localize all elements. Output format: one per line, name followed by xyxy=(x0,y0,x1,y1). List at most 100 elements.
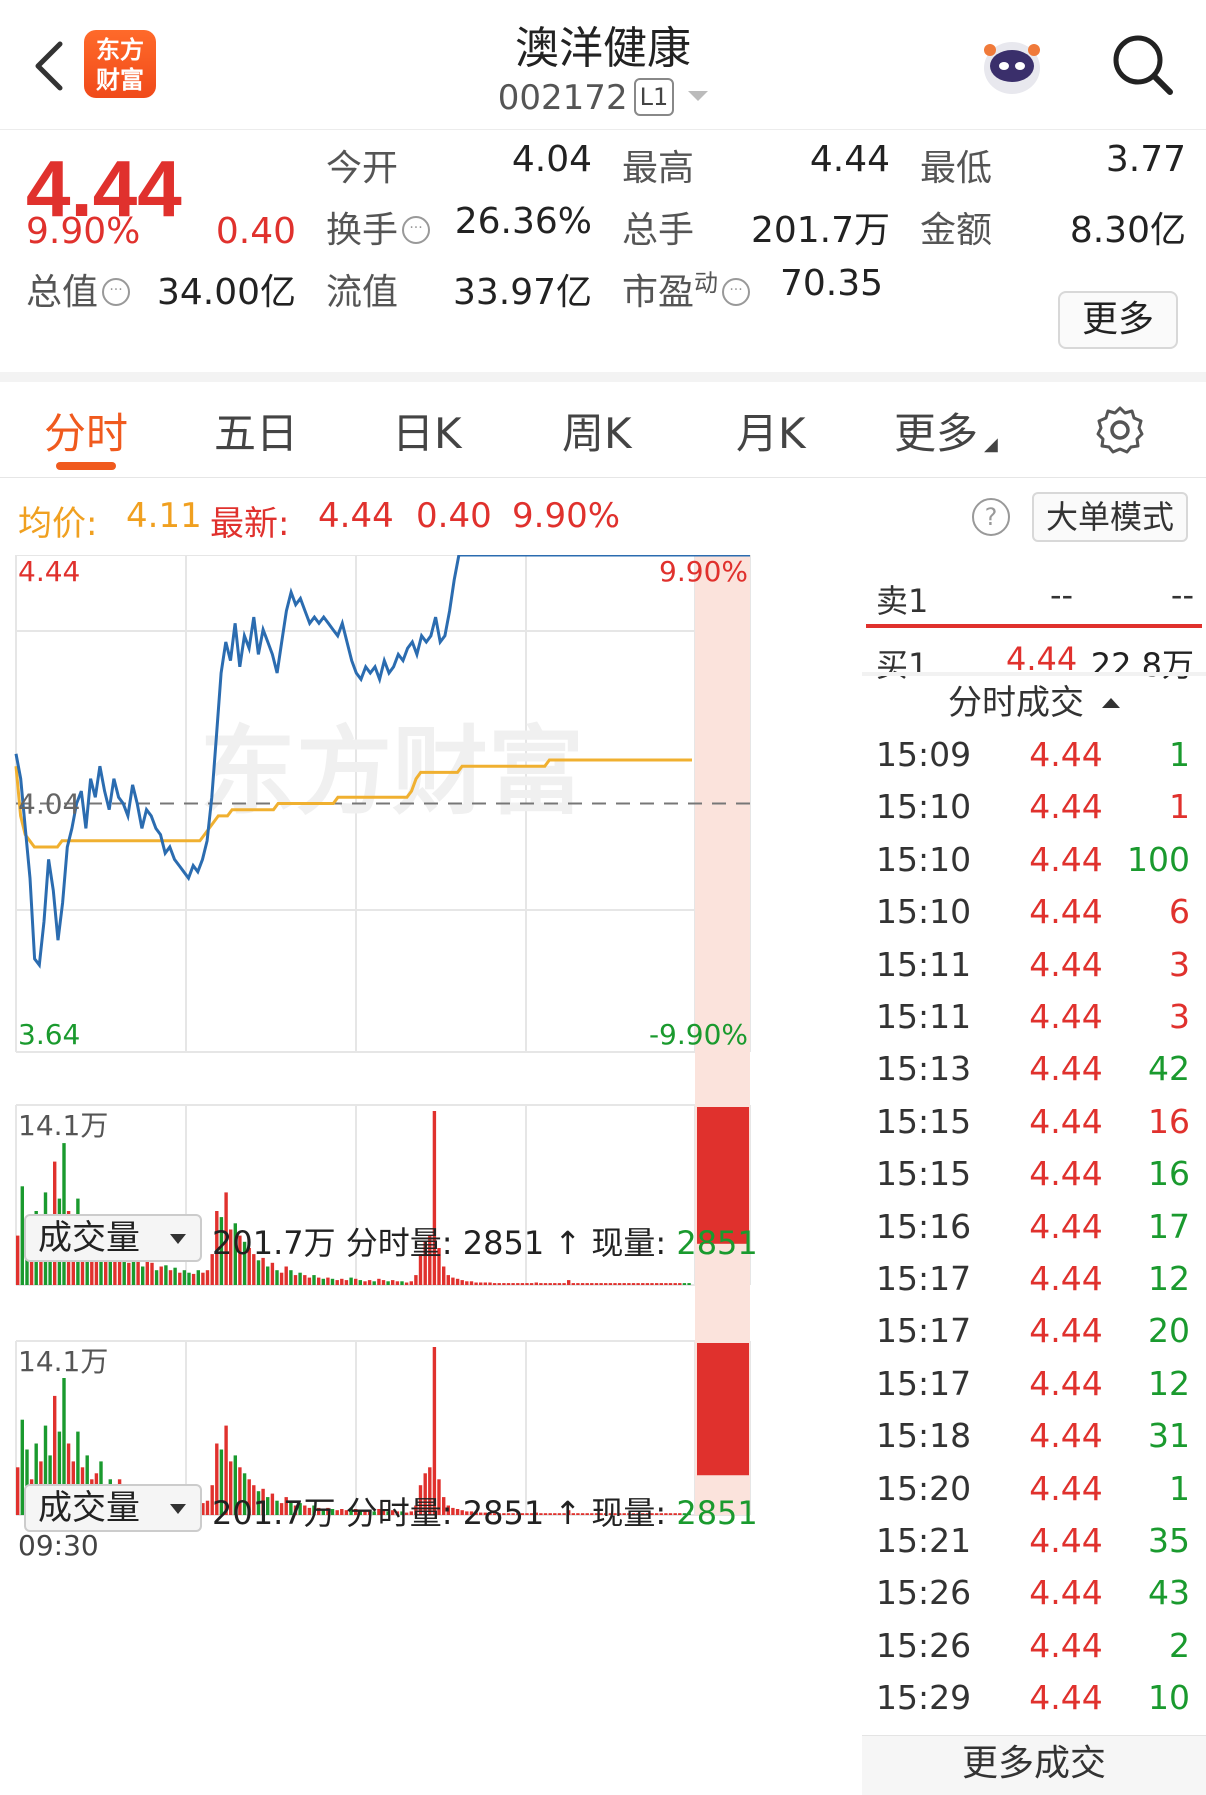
logo-text-line1: 东方 xyxy=(96,36,144,64)
trade-row: 15:17 4.44 12 xyxy=(862,1259,1206,1311)
dropdown-arrow-icon xyxy=(170,1234,186,1244)
level-badge: L1 xyxy=(633,78,675,116)
trade-row: 15:18 4.44 31 xyxy=(862,1416,1206,1468)
intraday-chart[interactable]: 东方财富 4.44 4.04 3.64 9.90% -9.90% 14.1万 1… xyxy=(0,555,862,1795)
trade-price: 4.44 xyxy=(1029,1363,1103,1403)
help-icon[interactable]: ? xyxy=(972,498,1010,536)
tab-five-day[interactable]: 五日 xyxy=(214,400,298,461)
trade-time: 15:26 xyxy=(876,1573,972,1613)
amount-label: 金额 xyxy=(920,210,993,251)
volume-header: 成交量 201.7万 分时量: 2851 ↑ 现量: 2851 xyxy=(16,1210,860,1266)
volume-bar xyxy=(400,1281,404,1285)
back-arrow-icon[interactable] xyxy=(30,38,70,94)
volume-bar xyxy=(516,1283,520,1285)
volume-bar xyxy=(599,1283,603,1285)
low-label: 最低 xyxy=(920,148,993,189)
trade-price: 4.44 xyxy=(1029,1416,1103,1456)
volume-bar xyxy=(349,1277,353,1285)
robot-assistant-icon[interactable] xyxy=(976,28,1048,100)
volume-bar xyxy=(303,1275,307,1285)
volume-header: 成交量 201.7万 分时量: 2851 ↑ 现量: 2851 xyxy=(16,1480,860,1536)
volume-bar xyxy=(377,1278,381,1285)
volume-summary: 201.7万 分时量: 2851 ↑ 现量: 2851 xyxy=(212,1488,758,1534)
search-icon[interactable] xyxy=(1108,30,1176,98)
tab-daily-k[interactable]: 日K xyxy=(392,400,462,461)
turnover-value: 26.36% xyxy=(454,201,592,242)
volume-bar xyxy=(298,1272,302,1285)
volume-bar xyxy=(409,1281,413,1285)
logo-text-line2: 财富 xyxy=(96,66,144,94)
trade-volume: 16 xyxy=(1148,1154,1190,1194)
pct-bottom-label: -9.90% xyxy=(649,1018,748,1051)
volume-bar xyxy=(655,1283,659,1285)
trade-row: 15:16 4.44 17 xyxy=(862,1207,1206,1259)
volume-summary: 201.7万 分时量: 2851 ↑ 现量: 2851 xyxy=(212,1218,758,1264)
trade-volume: 16 xyxy=(1148,1101,1190,1141)
trade-time: 15:15 xyxy=(876,1101,972,1141)
trade-volume: 1 xyxy=(1169,735,1190,774)
trade-row: 15:11 4.44 3 xyxy=(862,997,1206,1049)
latest-value: 4.44 xyxy=(318,496,394,536)
volume-bar xyxy=(631,1283,636,1285)
info-dots-icon[interactable]: ··· xyxy=(102,278,131,306)
closing-auction-volume-bar xyxy=(697,1343,749,1476)
volume-bar xyxy=(687,1283,691,1285)
volume-bar xyxy=(520,1283,525,1285)
volume-bar xyxy=(590,1283,594,1285)
sell-1-label: 卖1 xyxy=(876,582,929,620)
latest-label: 最新: xyxy=(210,504,290,544)
volume-bar xyxy=(543,1283,548,1285)
tab-more[interactable]: 更多 ◢ xyxy=(894,400,998,461)
info-dots-icon[interactable]: ··· xyxy=(722,278,751,306)
trade-time: 15:11 xyxy=(876,944,972,984)
minute-volume-label: 分时量: xyxy=(345,1494,453,1532)
volume-bar xyxy=(395,1281,400,1285)
volume-total: 201.7万 xyxy=(212,1224,336,1262)
trade-price: 4.44 xyxy=(1029,735,1103,774)
trades-header[interactable]: 分时成交 xyxy=(862,675,1206,735)
volume-bar xyxy=(446,1275,450,1285)
stock-code-row[interactable]: 002172 L1 xyxy=(400,78,806,118)
volume-bar xyxy=(497,1283,501,1285)
info-dots-icon[interactable]: ··· xyxy=(402,216,431,244)
trade-time: 15:21 xyxy=(876,1521,972,1560)
volume-bar xyxy=(594,1283,599,1285)
section-divider xyxy=(0,372,1206,382)
volume-bar xyxy=(511,1283,515,1285)
more-trades-button[interactable]: 更多成交 xyxy=(862,1735,1206,1795)
gear-icon[interactable] xyxy=(1094,404,1146,456)
turnover-label-text: 换手 xyxy=(326,210,399,251)
volume-bar xyxy=(668,1283,673,1285)
volume-bar xyxy=(455,1278,460,1285)
volume-bar xyxy=(474,1282,478,1285)
market-cap-label: 总值 ··· xyxy=(26,263,131,315)
tab-monthly-k[interactable]: 月K xyxy=(736,400,806,461)
volume-bar xyxy=(622,1283,626,1285)
pct-top-label: 9.90% xyxy=(659,555,748,588)
volume-bar xyxy=(451,1277,455,1285)
volume-bar xyxy=(483,1282,487,1285)
tab-intraday[interactable]: 分时 xyxy=(44,400,128,461)
volume-bar xyxy=(340,1278,344,1285)
volume-bar xyxy=(553,1283,557,1285)
volume-bar xyxy=(585,1283,589,1285)
latest-percent: 9.90% xyxy=(512,496,621,536)
volume-indicator-select[interactable]: 成交量 xyxy=(24,1214,202,1262)
trade-volume: 6 xyxy=(1169,892,1190,932)
up-arrow-icon: ↑ xyxy=(554,1224,582,1262)
volume-bar xyxy=(173,1267,177,1285)
volume-bar xyxy=(613,1283,617,1285)
total-hands-value: 201.7万 xyxy=(750,210,890,251)
big-order-mode-button[interactable]: 大单模式 xyxy=(1032,492,1188,542)
volume-bar xyxy=(293,1275,298,1285)
volume-max-label: 14.1万 xyxy=(18,1345,108,1378)
change-amount: 0.40 xyxy=(215,211,296,252)
volume-bar xyxy=(372,1281,376,1285)
volume-bar xyxy=(335,1280,339,1285)
volume-bar xyxy=(580,1283,585,1285)
trade-volume: 12 xyxy=(1148,1363,1190,1403)
volume-bar xyxy=(164,1265,168,1285)
tab-weekly-k[interactable]: 周K xyxy=(562,400,632,461)
more-quote-button[interactable]: 更多 xyxy=(1058,291,1178,349)
volume-indicator-select[interactable]: 成交量 xyxy=(24,1484,202,1532)
